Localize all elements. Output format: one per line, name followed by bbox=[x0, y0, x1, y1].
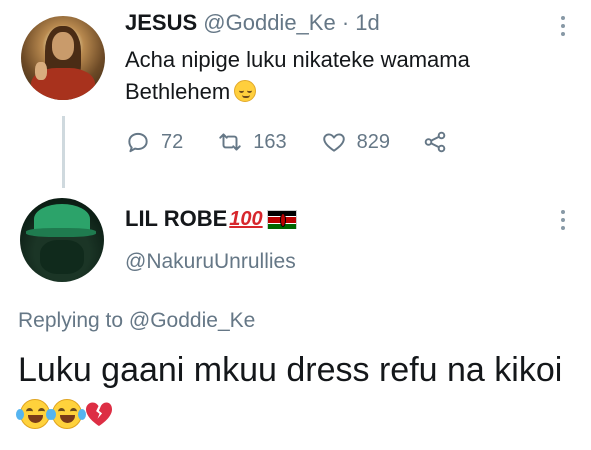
face-with-tears-of-joy-emoji-icon bbox=[48, 399, 86, 429]
tweet-text-content: Acha nipige luku nikateke wamama Bethleh… bbox=[125, 47, 470, 104]
reply-author-avatar[interactable] bbox=[20, 198, 104, 282]
author-name[interactable]: JESUS bbox=[125, 10, 197, 35]
original-tweet: JESUS @Goddie_Ke · 1d Acha nipige luku n… bbox=[0, 0, 591, 190]
retweet-icon bbox=[219, 133, 241, 151]
face-with-tears-of-joy-emoji-icon bbox=[16, 399, 54, 429]
retweet-button[interactable]: 163 bbox=[217, 129, 287, 155]
avatar-face bbox=[40, 240, 84, 274]
like-button[interactable]: 829 bbox=[321, 129, 390, 155]
avatar-hand bbox=[35, 62, 47, 80]
replying-to-label: Replying to bbox=[18, 309, 124, 332]
reply-author-name-row[interactable]: LIL ROBE 100 bbox=[125, 206, 297, 232]
broken-heart-emoji-icon bbox=[86, 402, 112, 426]
hundred-points-emoji-icon: 100 bbox=[229, 207, 263, 230]
avatar-cap-brim bbox=[26, 228, 96, 237]
share-icon bbox=[424, 131, 446, 153]
relieved-face-emoji-icon bbox=[234, 80, 257, 102]
thread-connector-line bbox=[62, 116, 65, 188]
reply-icon bbox=[128, 132, 148, 153]
reply-text-content: Luku gaani mkuu dress refu na kikoi bbox=[18, 351, 563, 389]
reply-count: 72 bbox=[161, 130, 184, 153]
reply-tweet-text: Luku gaani mkuu dress refu na kikoi bbox=[16, 348, 578, 436]
tweet-actions: 72 163 829 bbox=[125, 125, 458, 159]
tweet-timestamp[interactable]: 1d bbox=[355, 10, 379, 35]
replying-to-line: Replying to @Goddie_Ke bbox=[18, 309, 255, 333]
author-avatar[interactable] bbox=[21, 16, 105, 100]
dot-separator: · bbox=[341, 10, 350, 35]
reply-button[interactable]: 72 bbox=[125, 129, 183, 155]
kenya-flag-icon bbox=[266, 209, 297, 229]
tweet-text: Acha nipige luku nikateke wamama Bethleh… bbox=[125, 44, 555, 108]
heart-icon bbox=[322, 133, 345, 152]
reply-more-options-icon[interactable] bbox=[561, 210, 567, 230]
more-options-icon[interactable] bbox=[561, 16, 567, 36]
tweet-header: JESUS @Goddie_Ke · 1d bbox=[125, 10, 380, 36]
author-handle[interactable]: @Goddie_Ke bbox=[203, 10, 335, 35]
replying-to-mention[interactable]: @Goddie_Ke bbox=[129, 309, 255, 332]
avatar-face bbox=[52, 32, 74, 60]
reply-author-name: LIL ROBE bbox=[125, 206, 228, 231]
share-button[interactable] bbox=[422, 129, 458, 155]
retweet-count: 163 bbox=[253, 130, 287, 153]
like-count: 829 bbox=[356, 130, 390, 153]
reply-tweet: LIL ROBE 100 @NakuruUnrullies Replying t… bbox=[0, 190, 591, 450]
reply-author-handle[interactable]: @NakuruUnrullies bbox=[125, 250, 296, 274]
